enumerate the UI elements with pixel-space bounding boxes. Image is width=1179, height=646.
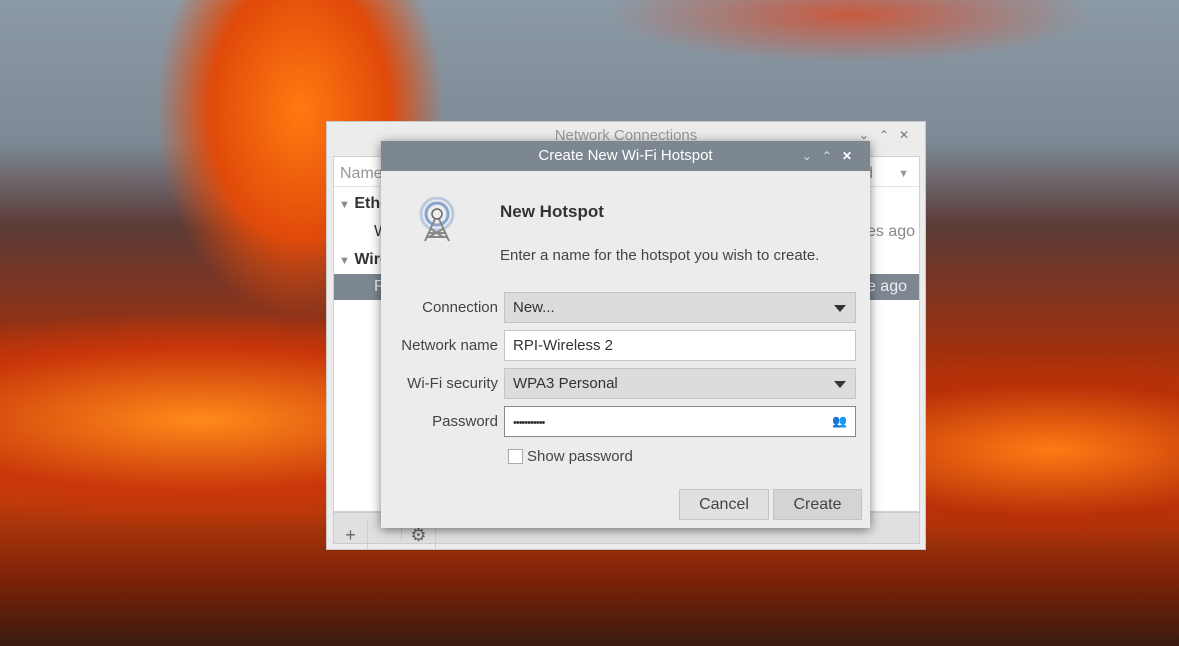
dialog-heading: New Hotspot	[500, 202, 604, 222]
show-password-label[interactable]: Show password	[527, 448, 633, 465]
password-input[interactable]: ••••••••••• 👥	[504, 406, 856, 437]
column-name[interactable]: Name	[340, 161, 383, 187]
network-name-value: RPI-Wireless 2	[513, 337, 613, 354]
connection-value: New...	[513, 299, 555, 316]
dialog-controls[interactable]: ⌄⌃✕	[802, 141, 862, 171]
expander-icon: ▼	[339, 199, 350, 211]
cancel-button[interactable]: Cancel	[679, 489, 769, 520]
item-time: e ago	[867, 274, 907, 300]
security-value: WPA3 Personal	[513, 375, 618, 392]
create-button[interactable]: Create	[773, 489, 862, 520]
network-name-label: Network name	[401, 337, 498, 354]
security-label: Wi-Fi security	[407, 375, 498, 392]
connection-select[interactable]: New...	[504, 292, 856, 323]
password-label: Password	[432, 413, 498, 430]
connection-label: Connection	[422, 299, 498, 316]
dialog-titlebar: Create New Wi-Fi Hotspot ⌄⌃✕	[381, 141, 870, 171]
dialog-title: Create New Wi-Fi Hotspot	[538, 147, 712, 164]
expander-icon: ▼	[339, 255, 350, 267]
show-password-checkbox[interactable]	[508, 449, 523, 464]
add-button[interactable]: +	[334, 521, 368, 549]
create-hotspot-dialog: Create New Wi-Fi Hotspot ⌄⌃✕ New Hotspot…	[381, 141, 870, 528]
password-value: •••••••••••	[513, 417, 544, 429]
item-time: es ago	[867, 219, 915, 245]
users-icon[interactable]: 👥	[832, 407, 847, 436]
dialog-description: Enter a name for the hotspot you wish to…	[500, 247, 819, 264]
security-select[interactable]: WPA3 Personal	[504, 368, 856, 399]
network-name-input[interactable]: RPI-Wireless 2	[504, 330, 856, 361]
wireless-tower-icon	[415, 197, 459, 243]
sort-arrow-icon: ▼	[898, 161, 909, 187]
